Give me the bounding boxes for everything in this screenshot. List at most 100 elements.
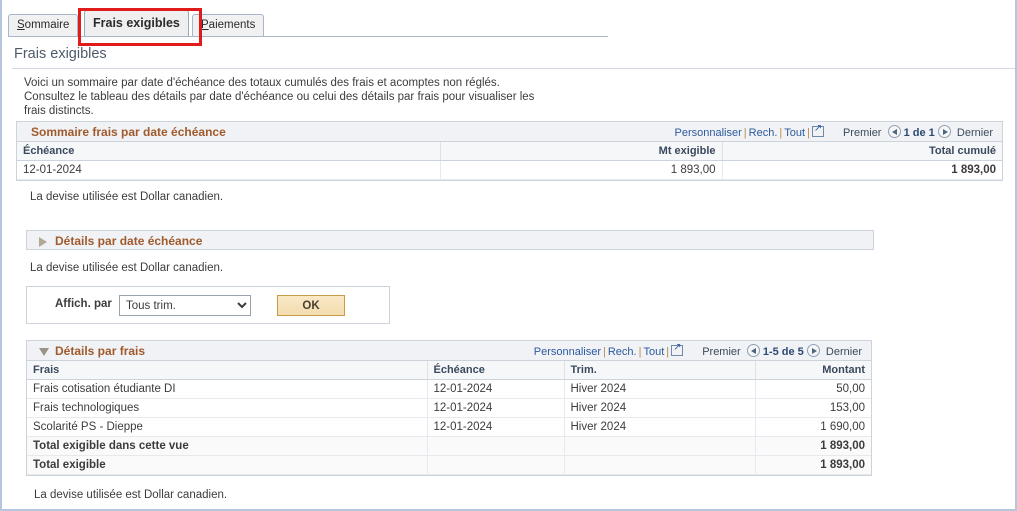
col-mt-exigible: Mt exigible bbox=[440, 142, 723, 161]
tab-paiements[interactable]: Paiements bbox=[192, 14, 265, 36]
cell-frais: Total exigible bbox=[27, 455, 428, 475]
cell-montant: 1 690,00 bbox=[755, 417, 871, 437]
nav-sep: | bbox=[603, 346, 606, 358]
chevron-right-icon bbox=[39, 237, 47, 247]
cell-echeance: 12-01-2024 bbox=[427, 417, 565, 437]
page-root: Sommaire Frais exigibles Paiements Frais… bbox=[0, 0, 1017, 511]
details-fees-grid: Détails par frais Personnaliser | Rech. | To… bbox=[26, 340, 872, 476]
dernier-link-details[interactable]: Dernier bbox=[826, 346, 862, 358]
nav-sep: | bbox=[807, 127, 810, 139]
cell-trim bbox=[564, 436, 756, 456]
personnaliser-link-details[interactable]: Personnaliser bbox=[534, 346, 601, 358]
cell-montant: 153,00 bbox=[755, 398, 871, 418]
summary-grid: Sommaire frais par date échéance Personn… bbox=[16, 121, 1003, 181]
tab-sommaire-label: ommaire bbox=[24, 19, 70, 31]
filter-panel: Affich. par Tous trim. OK bbox=[26, 286, 390, 324]
tab-paiements-accesskey: P bbox=[201, 19, 209, 31]
section-details-par-date-label: Détails par date échéance bbox=[55, 234, 203, 248]
tab-sommaire[interactable]: Sommaire bbox=[8, 14, 79, 36]
col-echeance-details: Échéance bbox=[427, 361, 565, 380]
cell-trim: Hiver 2024 bbox=[564, 379, 756, 399]
table-row: Frais technologiques 12-01-2024 Hiver 20… bbox=[27, 398, 871, 418]
previous-page-icon-summary[interactable] bbox=[887, 125, 901, 138]
details-table-header-row: Frais Échéance Trim. Montant bbox=[27, 361, 871, 380]
cell-total-cumule: 1 893,00 bbox=[722, 160, 1002, 180]
table-row: 12-01-2024 1 893,00 1 893,00 bbox=[17, 160, 1002, 180]
intro-line-2: Consultez le tableau des détails par dat… bbox=[24, 91, 535, 103]
col-total-cumule: Total cumulé bbox=[722, 142, 1002, 161]
nav-sep: | bbox=[779, 127, 783, 139]
affich-par-select[interactable]: Tous trim. bbox=[119, 295, 251, 316]
summary-table-header-row: Échéance Mt exigible Total cumulé bbox=[17, 142, 1002, 161]
filter-label: Affich. par bbox=[55, 298, 112, 310]
cell-montant: 1 893,00 bbox=[755, 455, 871, 475]
expand-grid-icon-details[interactable] bbox=[671, 342, 684, 356]
summary-table: Échéance Mt exigible Total cumulé 12-01-… bbox=[17, 142, 1002, 180]
summary-currency-note: La devise utilisée est Dollar canadien. bbox=[30, 191, 224, 203]
details-date-currency-note: La devise utilisée est Dollar canadien. bbox=[30, 262, 224, 274]
details-fees-grid-title: Détails par frais bbox=[55, 344, 146, 358]
tab-paiements-label: aiements bbox=[208, 19, 256, 31]
table-row: Scolarité PS - Dieppe 12-01-2024 Hiver 2… bbox=[27, 417, 871, 437]
summary-grid-nav: Personnaliser|Rech.|Tout| Premier 1 de 1… bbox=[675, 123, 996, 139]
tab-frais-exigibles[interactable]: Frais exigibles bbox=[84, 10, 189, 36]
cell-montant: 1 893,00 bbox=[755, 436, 871, 456]
col-frais: Frais bbox=[27, 361, 428, 380]
premier-link-details[interactable]: Premier bbox=[702, 346, 741, 358]
details-fees-grid-header[interactable]: Détails par frais Personnaliser | Rech. | To… bbox=[27, 341, 871, 361]
cell-echeance bbox=[427, 436, 565, 456]
cell-frais: Frais technologiques bbox=[27, 398, 428, 418]
section-details-par-date-echeance[interactable]: Détails par date échéance bbox=[26, 230, 874, 250]
col-montant: Montant bbox=[755, 361, 871, 380]
nav-sep: | bbox=[638, 346, 642, 358]
cell-echeance: 12-01-2024 bbox=[427, 398, 565, 418]
table-row: Frais cotisation étudiante DI 12-01-2024… bbox=[27, 379, 871, 399]
rech-link-details[interactable]: Rech. bbox=[608, 346, 637, 358]
intro-line-1: Voici un sommaire par date d'échéance de… bbox=[24, 77, 500, 89]
cell-frais: Total exigible dans cette vue bbox=[27, 436, 428, 456]
personnaliser-link-summary[interactable]: Personnaliser bbox=[675, 127, 742, 139]
tout-link-summary[interactable]: Tout bbox=[784, 127, 805, 139]
cell-mt-exigible: 1 893,00 bbox=[440, 160, 723, 180]
details-fees-grid-nav: Personnaliser|Rech.|Tout| Premier 1-5 de… bbox=[534, 342, 865, 358]
rech-link-summary[interactable]: Rech. bbox=[749, 127, 778, 139]
nav-sep: | bbox=[743, 127, 747, 139]
col-trim: Trim. bbox=[564, 361, 756, 380]
table-row-total: Total exigible 1 893,00 bbox=[27, 455, 871, 475]
cell-echeance: 12-01-2024 bbox=[427, 379, 565, 399]
table-row-total: Total exigible dans cette vue 1 893,00 bbox=[27, 436, 871, 456]
next-page-icon-summary[interactable] bbox=[937, 125, 951, 138]
page-title-rule bbox=[12, 68, 1015, 69]
chevron-down-icon[interactable] bbox=[39, 348, 49, 356]
ok-button[interactable]: OK bbox=[277, 295, 345, 316]
cell-montant: 50,00 bbox=[755, 379, 871, 399]
tab-bar: Sommaire Frais exigibles Paiements bbox=[2, 8, 1015, 46]
details-fees-table: Frais Échéance Trim. Montant Frais cotis… bbox=[27, 361, 871, 475]
summary-page-indicator: 1 de 1 bbox=[903, 127, 935, 139]
premier-link-summary[interactable]: Premier bbox=[843, 127, 882, 139]
expand-grid-icon-summary[interactable] bbox=[811, 123, 824, 137]
tab-sommaire-accesskey: S bbox=[17, 19, 25, 31]
cell-frais: Frais cotisation étudiante DI bbox=[27, 379, 428, 399]
cell-trim bbox=[564, 455, 756, 475]
details-page-indicator: 1-5 de 5 bbox=[762, 346, 804, 358]
tab-frais-exigibles-label: Frais exigibles bbox=[93, 16, 180, 30]
summary-grid-title: Sommaire frais par date échéance bbox=[31, 125, 226, 139]
cell-frais: Scolarité PS - Dieppe bbox=[27, 417, 428, 437]
page-title: Frais exigibles bbox=[14, 46, 107, 62]
intro-line-3: frais distincts. bbox=[24, 105, 94, 117]
details-fees-currency-note: La devise utilisée est Dollar canadien. bbox=[34, 489, 228, 501]
cell-trim: Hiver 2024 bbox=[564, 398, 756, 418]
cell-echeance bbox=[427, 455, 565, 475]
summary-grid-header: Sommaire frais par date échéance Personn… bbox=[17, 122, 1002, 142]
intro-paragraph: Voici un sommaire par date d'échéance de… bbox=[24, 76, 604, 118]
col-echeance: Échéance bbox=[17, 142, 441, 161]
nav-sep: | bbox=[666, 346, 670, 358]
previous-page-icon-details[interactable] bbox=[746, 344, 760, 357]
tout-link-details[interactable]: Tout bbox=[643, 346, 664, 358]
dernier-link-summary[interactable]: Dernier bbox=[957, 127, 993, 139]
cell-echeance: 12-01-2024 bbox=[17, 160, 441, 180]
tab-bar-underline bbox=[8, 36, 608, 37]
next-page-icon-details[interactable] bbox=[806, 344, 820, 357]
cell-trim: Hiver 2024 bbox=[564, 417, 756, 437]
